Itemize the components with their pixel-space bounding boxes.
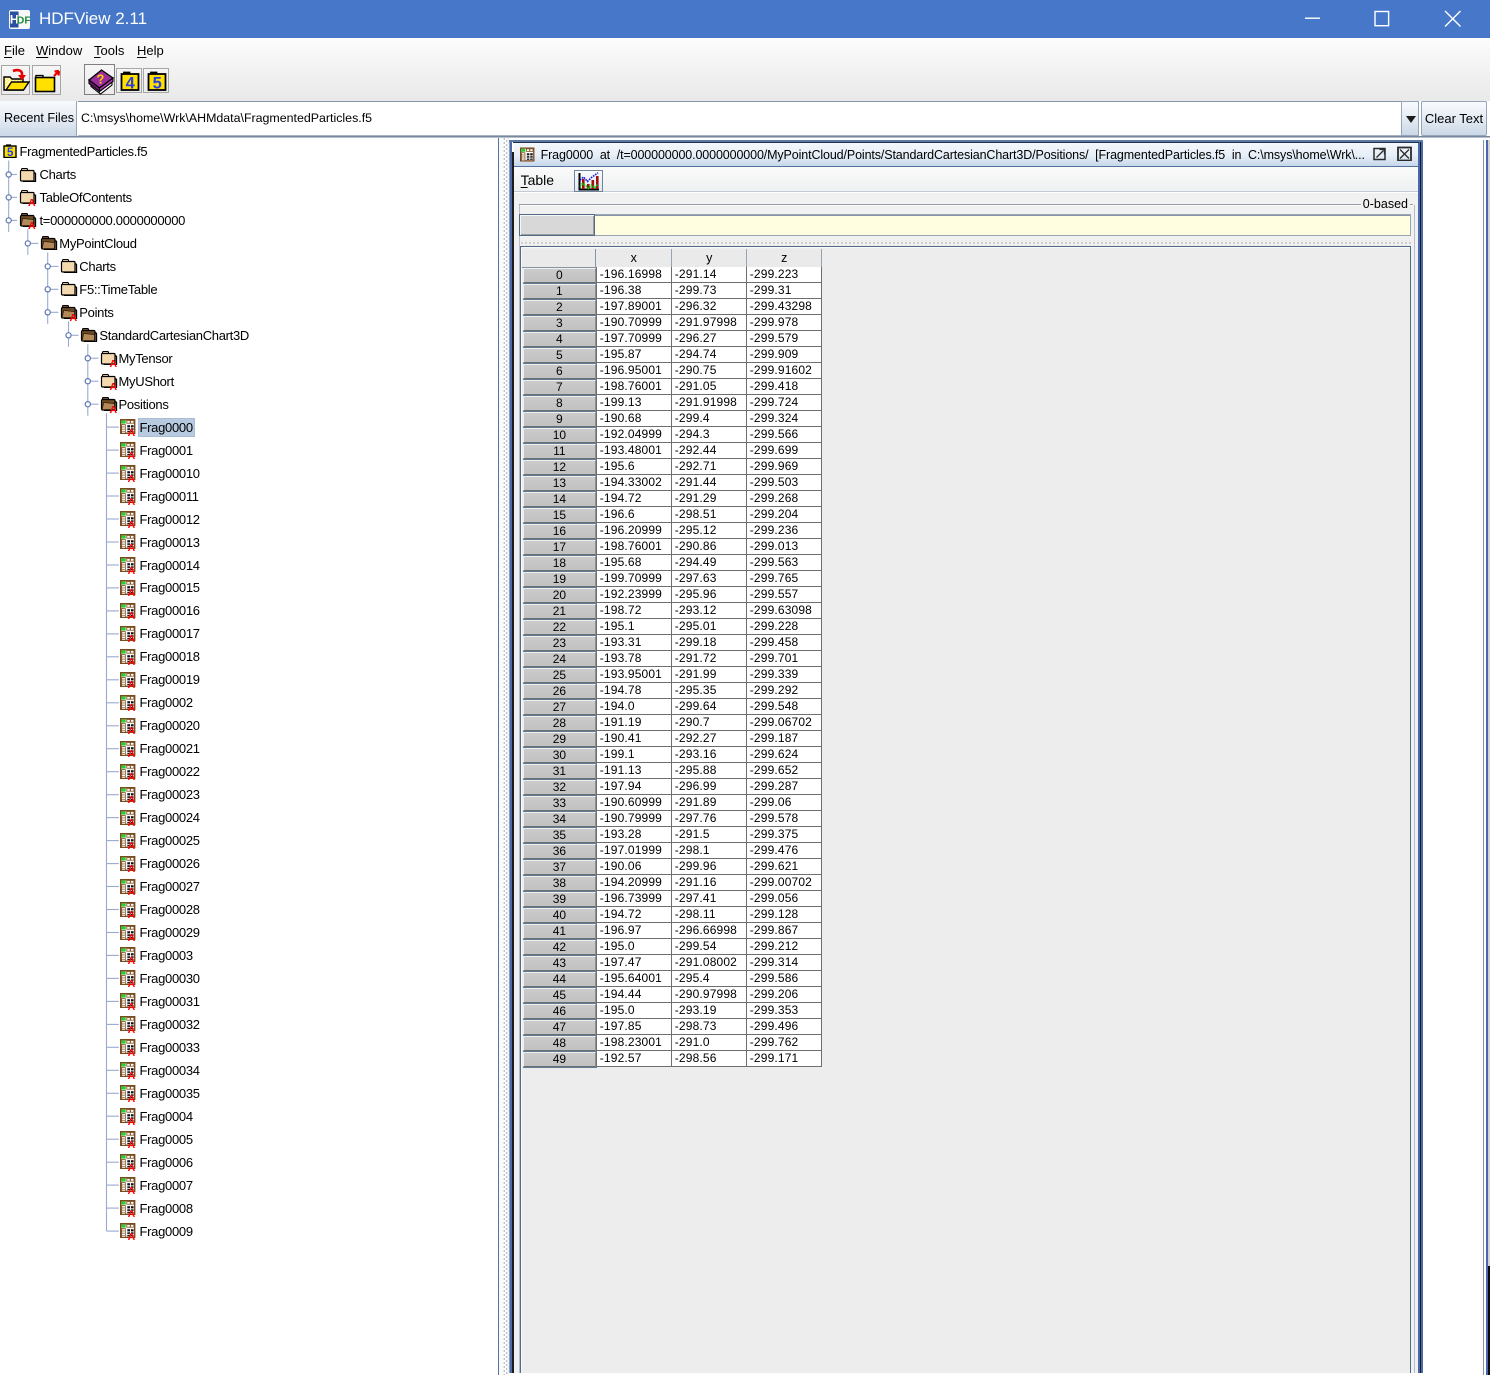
svg-text:5: 5 bbox=[7, 147, 14, 158]
svg-text:4: 4 bbox=[126, 75, 136, 93]
svg-text:?: ? bbox=[96, 71, 105, 87]
svg-text:DF: DF bbox=[17, 15, 30, 27]
svg-text:5: 5 bbox=[153, 75, 162, 93]
